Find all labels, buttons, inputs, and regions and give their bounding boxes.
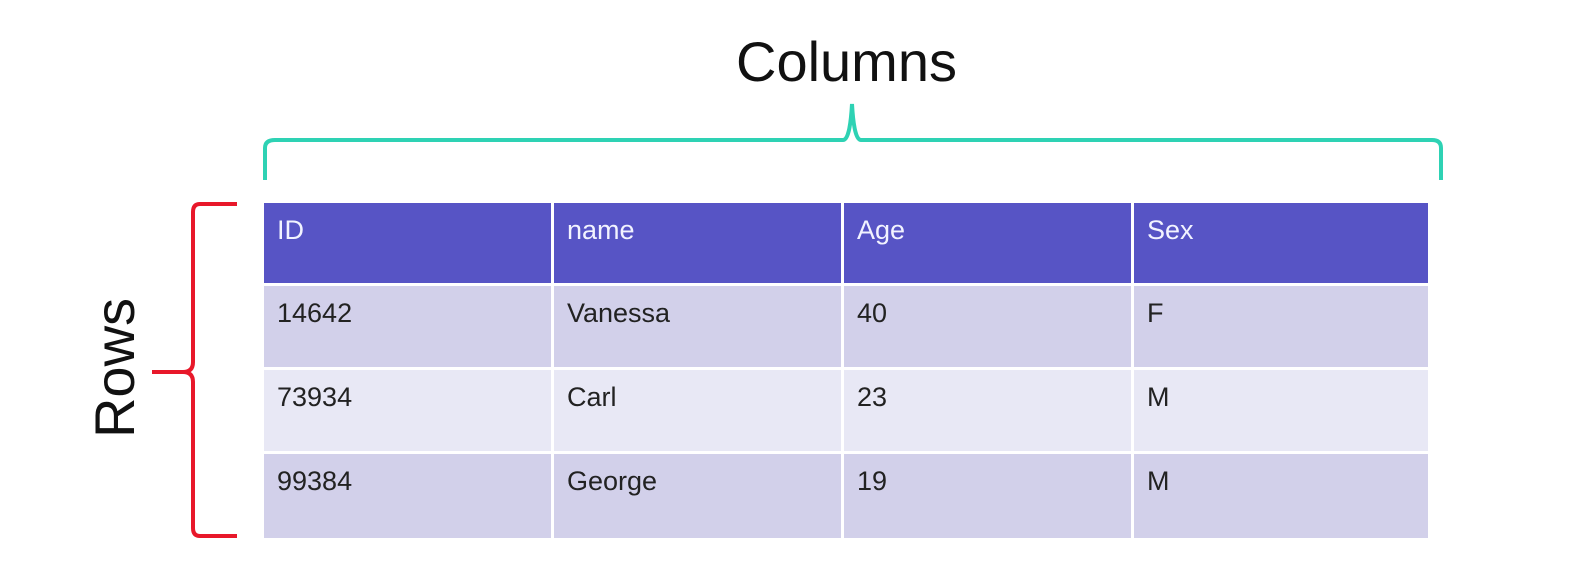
cell-id: 99384 (264, 454, 554, 538)
rows-label: Rows (83, 297, 146, 439)
header-age: Age (844, 203, 1134, 286)
header-sex: Sex (1134, 203, 1428, 286)
table-row: 99384 George 19 M (264, 454, 1428, 538)
table-row: 73934 Carl 23 M (264, 370, 1428, 454)
cell-name: Vanessa (554, 286, 844, 370)
rows-brace (152, 202, 237, 538)
data-table: ID name Age Sex 14642 Vanessa 40 F 73934… (264, 203, 1428, 538)
header-name: name (554, 203, 844, 286)
cell-sex: M (1134, 370, 1428, 454)
columns-label: Columns (736, 30, 957, 93)
cell-age: 40 (844, 286, 1134, 370)
cell-name: George (554, 454, 844, 538)
cell-age: 23 (844, 370, 1134, 454)
table-row: 14642 Vanessa 40 F (264, 286, 1428, 370)
cell-sex: F (1134, 286, 1428, 370)
cell-id: 73934 (264, 370, 554, 454)
header-id: ID (264, 203, 554, 286)
columns-brace (263, 103, 1443, 180)
cell-age: 19 (844, 454, 1134, 538)
cell-id: 14642 (264, 286, 554, 370)
cell-name: Carl (554, 370, 844, 454)
header-row: ID name Age Sex (264, 203, 1428, 286)
cell-sex: M (1134, 454, 1428, 538)
